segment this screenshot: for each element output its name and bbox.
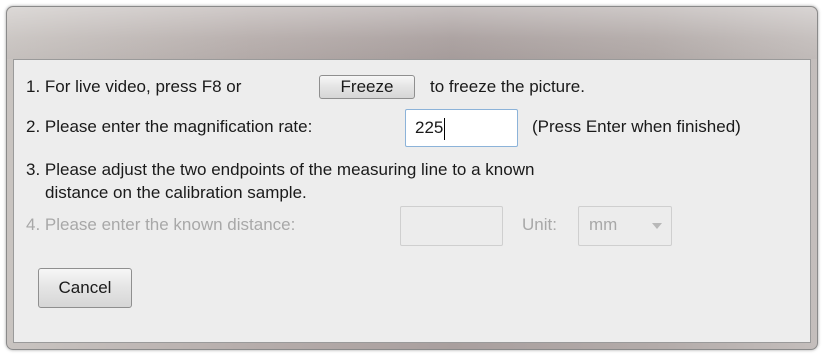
title-bar[interactable] [7, 7, 817, 59]
step-1-suffix-row: to freeze the picture. [430, 76, 585, 98]
magnification-hint: (Press Enter when finished) [532, 117, 741, 136]
unit-label: Unit: [522, 215, 557, 234]
magnification-input[interactable]: 225 [405, 109, 518, 147]
step-3-row-2: distance on the calibration sample. [45, 182, 307, 204]
step-2-row: 2. Please enter the magnification rate: [26, 116, 312, 138]
step-3-row-1: 3. Please adjust the two endpoints of th… [26, 159, 534, 181]
step-1-row: 1. For live video, press F8 or [26, 76, 241, 98]
step-1-suffix: to freeze the picture. [430, 77, 585, 96]
magnification-value: 225 [415, 118, 444, 137]
unit-selected-value: mm [589, 215, 618, 234]
text-caret [444, 117, 446, 140]
magnification-label: 2. Please enter the magnification rate: [26, 117, 313, 136]
known-distance-input[interactable] [400, 206, 503, 246]
cancel-button[interactable]: Cancel [38, 268, 132, 308]
step-2-hint-row: (Press Enter when finished) [532, 116, 741, 138]
known-distance-label: 4. Please enter the known distance: [26, 215, 296, 234]
step-1-prefix: 1. For live video, press F8 or [26, 77, 242, 96]
step-3-line-1: 3. Please adjust the two endpoints of th… [26, 160, 535, 179]
chevron-down-icon [652, 223, 662, 229]
dialog-content: 1. For live video, press F8 or Freeze to… [13, 59, 811, 343]
freeze-button[interactable]: Freeze [319, 75, 415, 99]
step-3-line-2: distance on the calibration sample. [45, 183, 307, 202]
unit-select[interactable]: mm [578, 206, 672, 246]
unit-label-row: Unit: [522, 214, 557, 236]
step-4-row: 4. Please enter the known distance: [26, 214, 295, 236]
calibration-dialog: 1. For live video, press F8 or Freeze to… [6, 6, 818, 350]
